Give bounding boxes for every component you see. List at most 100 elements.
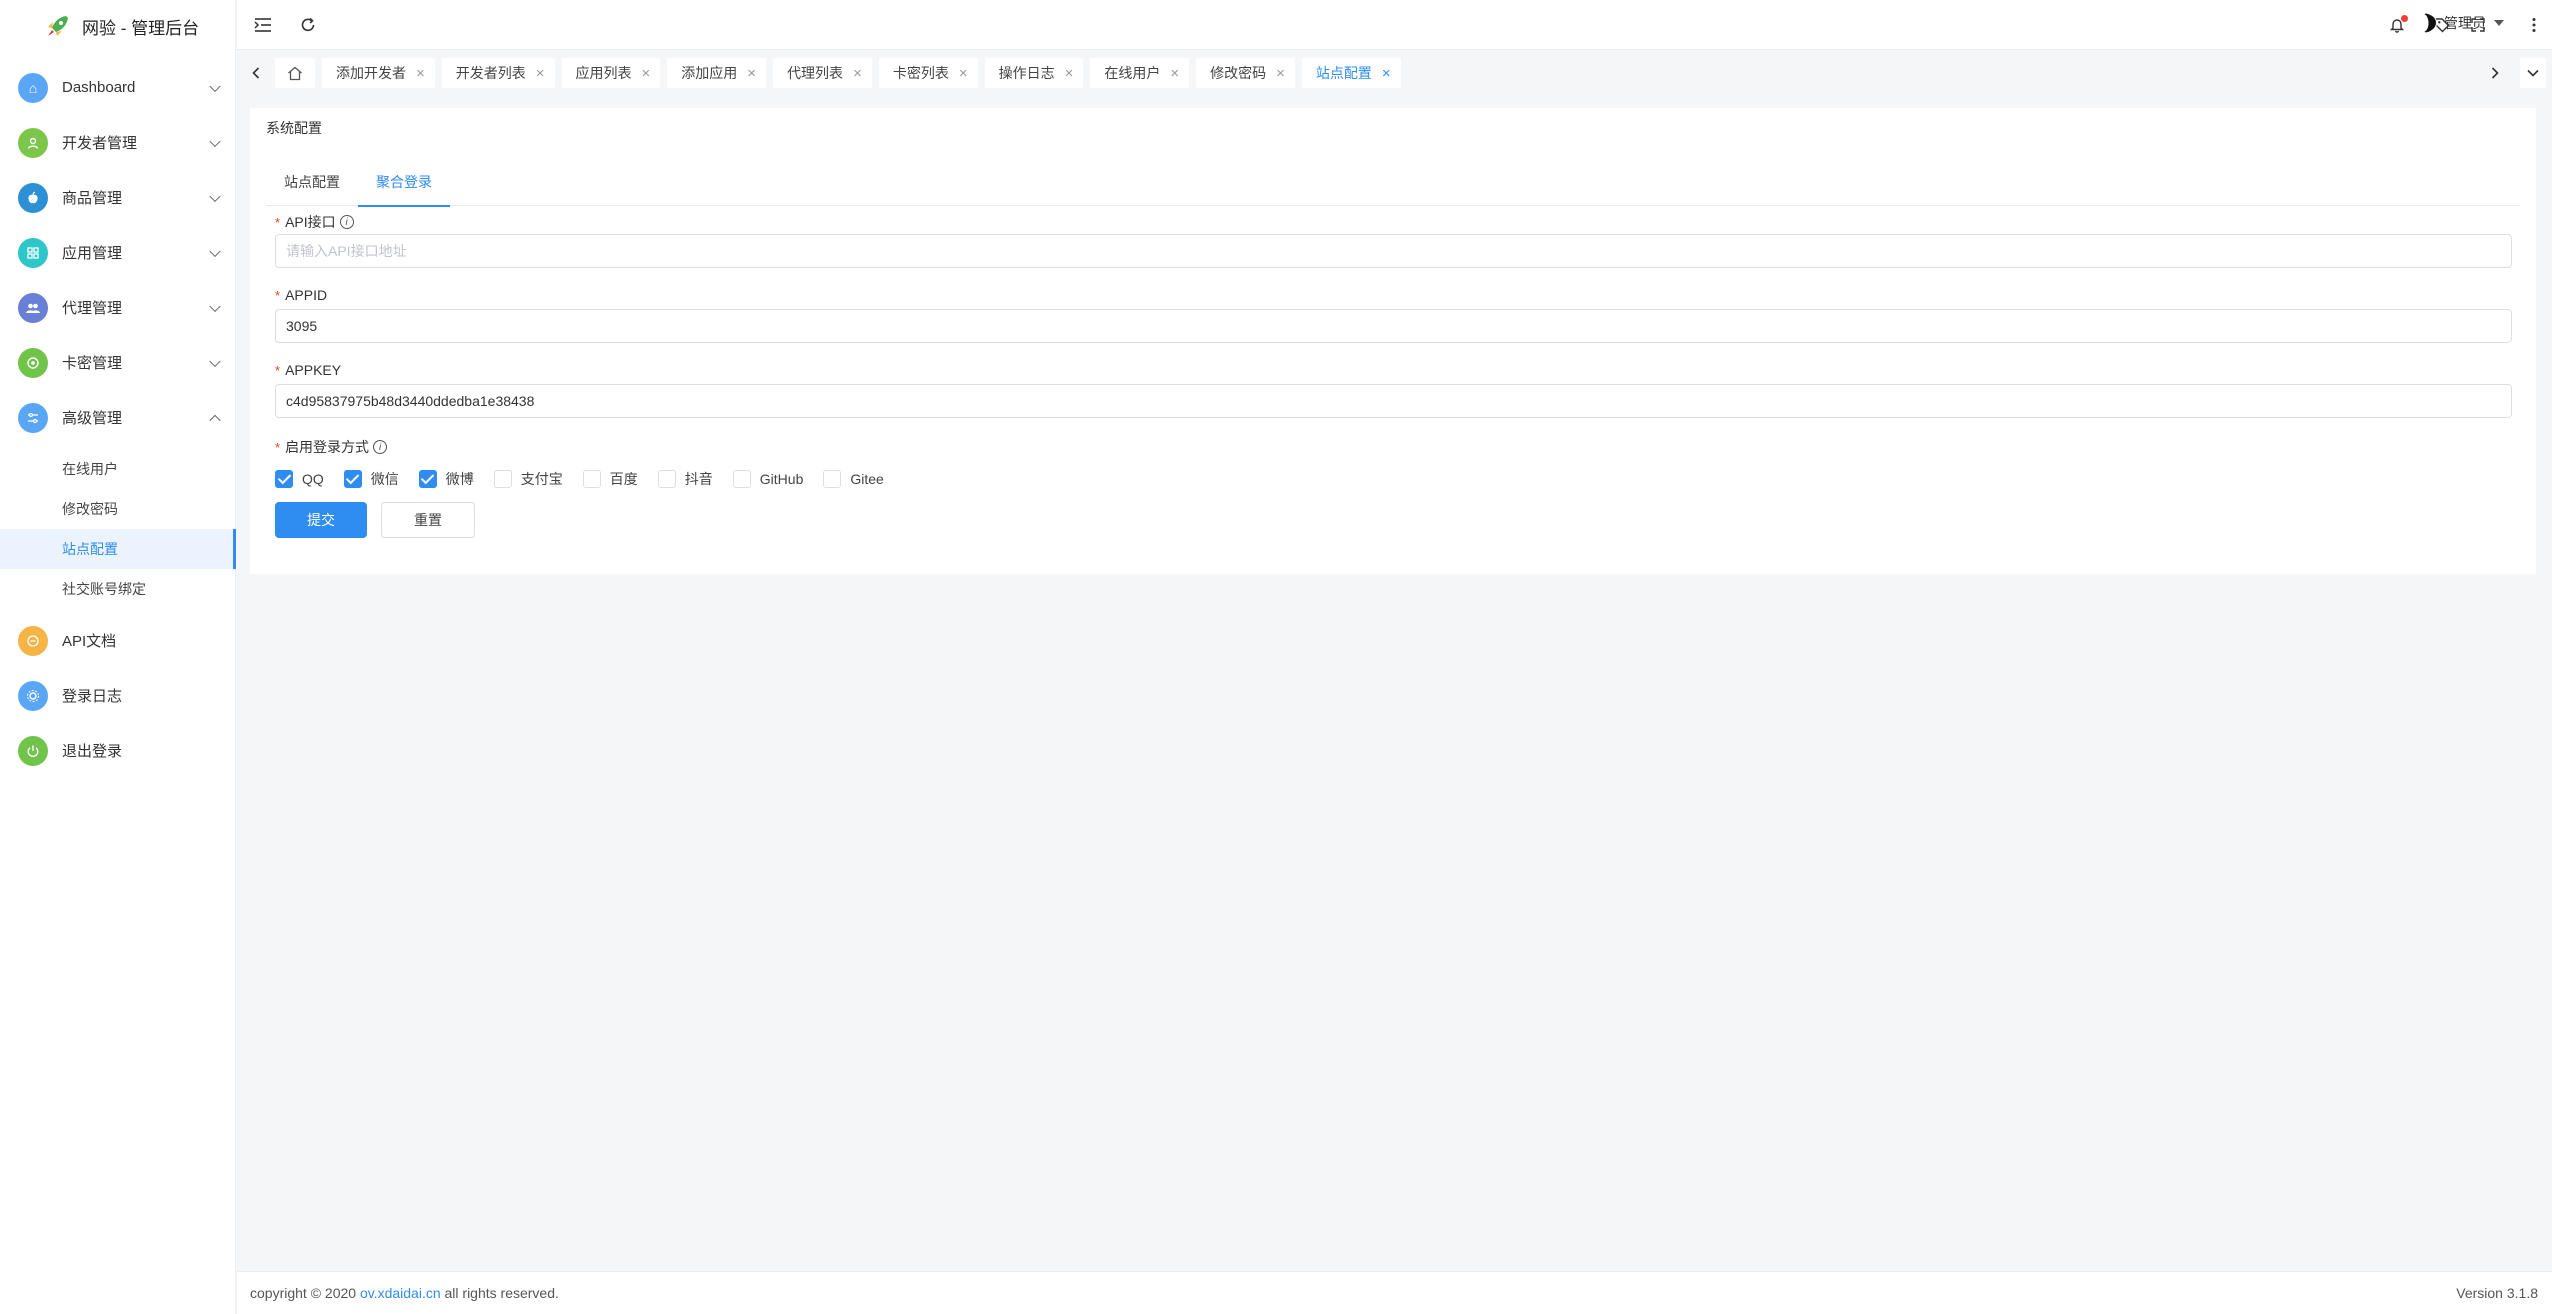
checkbox-baidu[interactable]: 百度	[582, 469, 638, 489]
sidebar-item-login-logs[interactable]: 登录日志	[0, 668, 235, 723]
copyright-prefix: copyright © 2020	[250, 1285, 357, 1301]
checkbox-box[interactable]	[275, 470, 293, 488]
tab-home[interactable]	[275, 58, 315, 88]
api-input[interactable]	[275, 234, 2512, 268]
sidebar-subitem-site-config[interactable]: 站点配置	[0, 529, 236, 569]
chevron-down-icon	[209, 300, 221, 312]
chevron-down-icon	[209, 135, 221, 147]
sidebar-item-advanced[interactable]: 高级管理	[0, 390, 235, 445]
sidebar-item-cards[interactable]: 卡密管理	[0, 335, 235, 390]
brand-title: 网验 - 管理后台	[82, 18, 200, 38]
chevron-up-icon	[209, 414, 221, 426]
collapse-menu-button[interactable]	[251, 13, 275, 37]
checkbox-box[interactable]	[582, 470, 601, 488]
checkbox-box[interactable]	[343, 470, 362, 488]
checkbox-label: 微博	[445, 471, 474, 487]
tab-add-developer[interactable]: 添加开发者 ×	[322, 58, 435, 88]
user-icon	[18, 127, 48, 158]
chevron-left-icon	[252, 67, 260, 79]
footer: copyright © 2020 ov.xdaidai.cn all right…	[237, 1271, 2552, 1314]
user-name: 管理员	[2444, 15, 2486, 31]
checkbox-box[interactable]	[657, 470, 676, 488]
close-icon[interactable]: ×	[1382, 66, 1391, 81]
checkbox-label: GitHub	[759, 471, 804, 487]
close-icon[interactable]: ×	[416, 66, 425, 81]
tab-app-list[interactable]: 应用列表 ×	[561, 58, 661, 88]
chevron-down-icon	[209, 80, 221, 92]
sidebar-item-apps[interactable]: 应用管理	[0, 225, 235, 280]
checkbox-qq[interactable]: QQ	[275, 470, 324, 488]
brand[interactable]: 网验 - 管理后台	[0, 0, 235, 52]
checkbox-github[interactable]: GitHub	[732, 470, 804, 488]
avatar	[2417, 13, 2437, 33]
sidebar-item-developers[interactable]: 开发者管理	[0, 115, 235, 170]
apple-icon	[18, 182, 48, 213]
tab-label: 开发者列表	[455, 65, 526, 81]
tabs-scroll-left-button[interactable]	[243, 58, 269, 88]
sidebar-item-api-docs[interactable]: API文档	[0, 613, 235, 668]
reset-button[interactable]: 重置	[381, 502, 475, 538]
app-icon	[18, 237, 48, 268]
appkey-input[interactable]	[275, 384, 2512, 418]
info-icon[interactable]: i	[373, 440, 388, 454]
close-icon[interactable]: ×	[642, 66, 651, 81]
checkbox-label: 微信	[370, 471, 399, 487]
submit-button[interactable]: 提交	[275, 502, 367, 538]
checkbox-box[interactable]	[418, 470, 437, 488]
checkbox-box[interactable]	[732, 470, 751, 488]
checkbox-wechat[interactable]: 微信	[343, 469, 399, 489]
tab-agent-list[interactable]: 代理列表 ×	[773, 58, 872, 88]
checkbox-weibo[interactable]: 微博	[418, 469, 474, 489]
sidebar-item-agents[interactable]: 代理管理	[0, 280, 235, 335]
tab-add-app[interactable]: 添加应用 ×	[667, 58, 767, 88]
close-icon[interactable]: ×	[853, 66, 862, 81]
chevron-right-icon	[2491, 67, 2499, 79]
close-icon[interactable]: ×	[536, 66, 545, 81]
sidebar-subitem-social-binding[interactable]: 社交账号绑定	[0, 569, 235, 609]
tab-operation-log[interactable]: 操作日志 ×	[984, 58, 1084, 88]
user-menu[interactable]: 管理员	[2416, 12, 2504, 34]
sidebar-subitem-change-password[interactable]: 修改密码	[0, 489, 235, 529]
info-icon[interactable]: i	[339, 215, 354, 229]
sidebar-item-label: 卡密管理	[62, 355, 123, 372]
sidebar-item-logout[interactable]: 退出登录	[0, 723, 235, 778]
tab-change-password[interactable]: 修改密码 ×	[1196, 58, 1295, 88]
tab-online-users[interactable]: 在线用户 ×	[1090, 58, 1190, 88]
tabs-bar: 添加开发者 × 开发者列表 × 应用列表 × 添加应用 × 代理列表 × 卡密列表 × 操作…	[237, 51, 2552, 95]
sidebar-subitem-online-users[interactable]: 在线用户	[0, 449, 235, 489]
sidebar-item-products[interactable]: 商品管理	[0, 170, 235, 225]
required-mark: *	[275, 214, 281, 230]
close-icon[interactable]: ×	[747, 66, 756, 81]
chevron-down-icon	[2527, 69, 2539, 77]
appid-input[interactable]	[275, 309, 2512, 343]
tab-label: 代理列表	[787, 65, 844, 81]
close-icon[interactable]: ×	[1065, 66, 1074, 81]
checkbox-gitee[interactable]: Gitee	[823, 470, 884, 488]
tab-site-config[interactable]: 站点配置 ×	[1301, 58, 1401, 88]
checkbox-douyin[interactable]: 抖音	[657, 469, 713, 489]
sidebar-item-dashboard[interactable]: ⌂ Dashboard	[0, 60, 235, 115]
checkbox-alipay[interactable]: 支付宝	[493, 469, 563, 489]
tab-card-list[interactable]: 卡密列表 ×	[878, 58, 978, 88]
api-label: * API接口 i	[275, 212, 354, 232]
login-methods-label-text: 启用登录方式	[285, 439, 370, 455]
home-icon: ⌂	[18, 72, 48, 103]
more-button[interactable]	[2522, 13, 2546, 37]
close-icon[interactable]: ×	[1276, 66, 1285, 81]
tabs-scroll-right-button[interactable]	[2482, 58, 2508, 88]
tabs-menu-button[interactable]	[2520, 58, 2546, 88]
checkbox-box[interactable]	[823, 470, 842, 488]
checkbox-label: 百度	[609, 471, 638, 487]
tab-developer-list[interactable]: 开发者列表 ×	[441, 58, 555, 88]
close-icon[interactable]: ×	[1170, 66, 1179, 81]
login-methods-group: QQ 微信 微博 支付宝 百度 抖音 GitHub Gitee	[275, 469, 904, 489]
checkbox-box[interactable]	[493, 470, 512, 488]
site-link[interactable]: ov.xdaidai.cn	[360, 1285, 441, 1301]
checkbox-label: 抖音	[684, 471, 713, 487]
subtab-site-config[interactable]: 站点配置	[266, 158, 358, 206]
refresh-button[interactable]	[296, 13, 320, 37]
notifications-button[interactable]	[2385, 13, 2409, 37]
close-icon[interactable]: ×	[959, 66, 968, 81]
appid-label-text: APPID	[285, 287, 328, 303]
subtab-aggregated-login[interactable]: 聚合登录	[358, 158, 450, 207]
